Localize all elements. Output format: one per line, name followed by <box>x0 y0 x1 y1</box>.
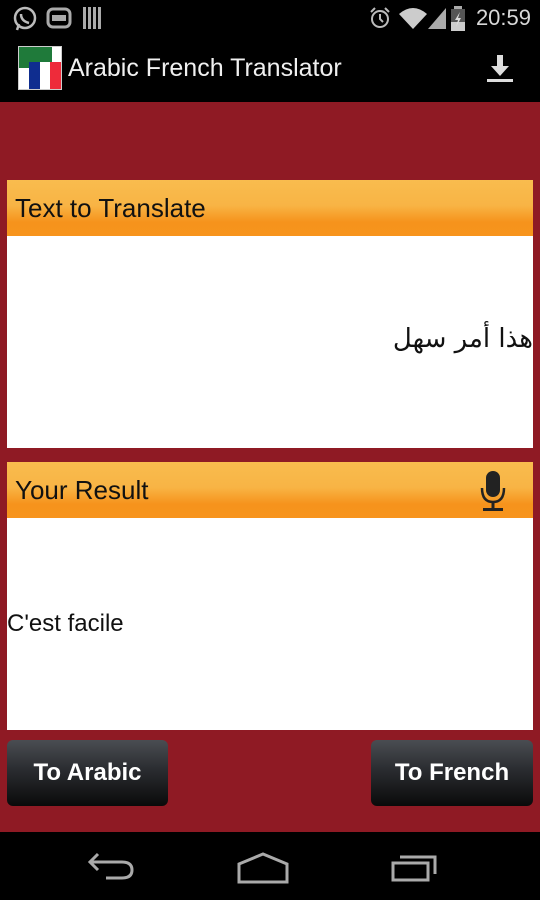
barcode-icon <box>83 7 101 29</box>
to-arabic-button[interactable]: To Arabic <box>7 740 168 806</box>
source-text-input[interactable]: هذا أمر سهل <box>7 236 533 448</box>
battery-charging-icon <box>451 6 465 31</box>
arabic-french-flag-icon <box>18 46 62 90</box>
clock: 20:59 <box>475 5 531 30</box>
result-panel-header: Your Result <box>7 462 533 518</box>
microphone-icon[interactable] <box>479 470 507 512</box>
home-icon[interactable] <box>236 852 290 884</box>
alarm-icon <box>370 7 390 28</box>
link-icon <box>46 7 72 29</box>
source-panel: Text to Translate هذا أمر سهل <box>7 180 533 448</box>
whatsapp-icon <box>13 6 37 31</box>
to-french-button[interactable]: To French <box>371 740 533 806</box>
source-text: هذا أمر سهل <box>392 324 533 354</box>
wifi-icon <box>399 8 427 29</box>
result-panel: Your Result C'est facile <box>7 462 533 730</box>
result-panel-title: Your Result <box>15 475 149 505</box>
signal-icon <box>428 8 446 29</box>
recents-icon[interactable] <box>390 852 440 882</box>
source-panel-header: Text to Translate <box>7 180 533 236</box>
result-text-area[interactable]: C'est facile <box>7 518 533 730</box>
status-bar: 20:59 <box>0 0 540 36</box>
result-text: C'est facile <box>7 610 124 637</box>
navigation-bar <box>0 832 540 900</box>
download-icon[interactable] <box>484 52 516 84</box>
app-title: Arabic French Translator <box>68 54 342 82</box>
back-icon[interactable] <box>86 852 136 882</box>
action-bar: Arabic French Translator <box>0 36 540 102</box>
source-panel-title: Text to Translate <box>15 193 206 223</box>
